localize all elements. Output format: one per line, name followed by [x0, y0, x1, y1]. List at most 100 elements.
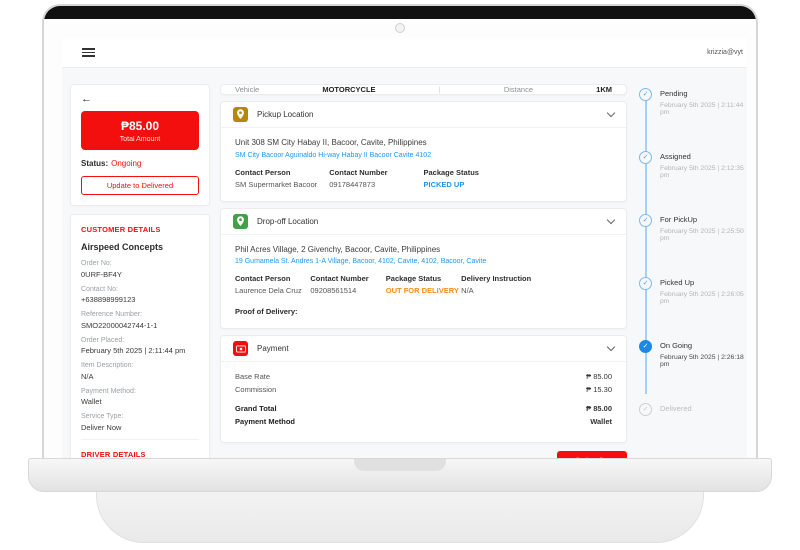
pickup-title: Pickup Location — [257, 110, 314, 119]
step-label: For PickUp — [660, 215, 698, 224]
step-check-icon: ✓ — [639, 151, 652, 164]
column-value: PICKED UP — [423, 179, 465, 189]
payment-total-value: ₱ 85.00 — [586, 404, 612, 413]
chevron-down-icon[interactable] — [606, 215, 616, 224]
field-label: Order Placed: — [81, 336, 125, 344]
laptop-base — [96, 491, 704, 543]
field-label: Reference Number: — [81, 311, 143, 318]
pickup-columns: Contact Person SM Supermarket Bacoor Con… — [235, 168, 612, 189]
column-label: Contact Person — [235, 274, 291, 283]
hamburger-menu-icon[interactable] — [82, 46, 95, 60]
column-value: SM Supermarket Bacoor — [235, 179, 318, 189]
info-column: Contact Person SM Supermarket Bacoor — [235, 168, 329, 189]
user-email[interactable]: krizzia@vyt — [707, 49, 743, 56]
pickup-address: Unit 308 SM City Habay II, Bacoor, Cavit… — [235, 138, 427, 147]
field-row: Reference Number: SMO22000042744-1-1 — [81, 311, 199, 330]
field-row: Item Description: N/A — [81, 362, 199, 381]
separator: | — [438, 85, 441, 94]
vehicle-distance-bar: Vehicle MOTORCYCLE | Distance 1KM — [220, 84, 627, 95]
pickup-pin-icon — [233, 107, 248, 122]
pickup-map-link[interactable]: SM City Bacoor Aguinaldo Hi-way Habay II… — [235, 152, 612, 159]
info-column: Package Status PICKED UP — [424, 168, 613, 189]
payment-section-header[interactable]: Payment — [221, 336, 626, 362]
field-label: Contact No: — [81, 285, 118, 293]
field-row: Order No: 0URF-BF4Y — [81, 260, 199, 279]
step-check-icon: ✓ — [639, 340, 652, 353]
column-label: Contact Number — [329, 167, 388, 177]
step-text: On Going February 5th 2025 | 2:26:18 pm — [660, 340, 747, 368]
details-card: CUSTOMER DETAILS Airspeed Concepts Order… — [70, 214, 210, 464]
payment-total-label: Grand Total — [235, 404, 277, 413]
column-label: Contact Person — [235, 167, 291, 177]
top-bar: krizzia@vyt — [62, 38, 747, 68]
timeline-steps: ✓ Pending February 5th 2025 | 2:11:44 pm… — [639, 88, 747, 417]
step-text: Pending February 5th 2025 | 2:11:44 pm — [660, 88, 747, 116]
main-panel: Vehicle MOTORCYCLE | Distance 1KM Pickup… — [220, 84, 627, 464]
step-check-icon: ✓ — [639, 214, 652, 227]
column-label: Delivery Instruction — [461, 274, 532, 283]
payment-row-value: ₱ 85.00 — [586, 372, 612, 381]
dropoff-body: Phil Acres Village, 2 Givenchy, Bacoor, … — [221, 235, 626, 329]
webcam-icon — [395, 23, 405, 33]
order-status: Status: Ongoing — [81, 159, 199, 168]
payment-body: Base Rate ₱ 85.00 Commission ₱ 15.30 Gra… — [221, 362, 626, 442]
pickup-section-header[interactable]: Pickup Location — [221, 102, 626, 128]
laptop-thumb-notch — [354, 459, 446, 471]
payment-total-row: Grand Total ₱ 85.00 — [235, 404, 612, 413]
total-amount-label: Total Amount — [119, 136, 161, 143]
info-column: Contact Number 09208561514 — [310, 274, 385, 295]
payment-totals: Grand Total ₱ 85.00 Payment Method Walle… — [235, 404, 612, 426]
field-value: Deliver Now — [81, 422, 122, 432]
payment-row: Commission ₱ 15.30 — [235, 385, 612, 394]
app-body: ← ₱85.00 Total Amount Status: Ongoing Upd… — [62, 68, 747, 464]
column-value: Laurence Dela Cruz — [235, 286, 302, 295]
payment-rows: Base Rate ₱ 85.00 Commission ₱ 15.30 — [235, 372, 612, 394]
dropoff-location-card: Drop-off Location Phil Acres Village, 2 … — [220, 207, 627, 329]
dropoff-columns: Contact Person Laurence Dela Cruz Contac… — [235, 274, 612, 295]
timeline-step: ✓ Delivered — [639, 403, 747, 417]
dropoff-section-header[interactable]: Drop-off Location — [221, 209, 626, 235]
info-column: Contact Person Laurence Dela Cruz — [235, 274, 310, 295]
timeline-step: ✓ For PickUp February 5th 2025 | 2:25:50… — [639, 214, 747, 242]
field-row: Order Placed: February 5th 2025 | 2:11:4… — [81, 337, 199, 356]
column-label: Package Status — [423, 167, 479, 177]
field-row: Payment Method: Wallet — [81, 388, 199, 407]
step-check-icon: ✓ — [639, 403, 652, 416]
distance-label: Distance — [503, 85, 533, 94]
payment-total-value: Wallet — [590, 417, 612, 426]
back-arrow-icon[interactable]: ← — [81, 94, 199, 105]
info-column: Contact Number 09178447873 — [329, 168, 423, 189]
vehicle-label: Vehicle — [235, 85, 260, 94]
step-label: Pending — [660, 89, 688, 98]
step-text: For PickUp February 5th 2025 | 2:25:50 p… — [660, 214, 747, 242]
customer-details-header: CUSTOMER DETAILS — [81, 225, 161, 234]
customer-fields: Order No: 0URF-BF4Y Contact No: +6388989… — [81, 260, 199, 432]
step-label: Delivered — [660, 404, 692, 413]
chevron-down-icon[interactable] — [606, 108, 616, 118]
column-value: 09178447873 — [329, 179, 376, 189]
payment-row-value: ₱ 15.30 — [586, 385, 612, 394]
order-sidebar: ← ₱85.00 Total Amount Status: Ongoing Upd… — [70, 84, 210, 464]
field-value: SMO22000042744-1-1 — [81, 320, 158, 330]
total-amount-value: ₱85.00 — [120, 119, 160, 133]
step-text: Delivered — [660, 403, 692, 417]
proof-of-delivery-label: Proof of Delivery: — [235, 307, 298, 316]
payment-row: Base Rate ₱ 85.00 — [235, 372, 612, 381]
payment-cash-icon — [233, 341, 248, 356]
field-value: +638898999123 — [81, 295, 136, 304]
update-to-delivered-button[interactable]: Update to Delivered — [81, 176, 199, 195]
laptop-bezel-band — [44, 6, 756, 19]
timeline-step: ✓ Pending February 5th 2025 | 2:11:44 pm — [639, 88, 747, 116]
laptop-mockup: krizzia@vyt ← ₱85.00 Total Amount Status… — [0, 0, 800, 550]
step-text: Assigned February 5th 2025 | 2:12:35 pm — [660, 151, 747, 179]
info-column: Delivery Instruction N/A — [461, 274, 612, 295]
pickup-location-card: Pickup Location Unit 308 SM City Habay I… — [220, 101, 627, 202]
laptop-lid: krizzia@vyt ← ₱85.00 Total Amount Status… — [42, 4, 758, 466]
distance-value: 1KM — [596, 85, 612, 94]
status-label: Status: — [81, 159, 109, 168]
chevron-down-icon[interactable] — [606, 342, 616, 352]
dropoff-map-link[interactable]: 19 Gumamela St. Andres 1-A Village, Baco… — [235, 258, 612, 265]
payment-card: Payment Base Rate ₱ 85.00 Commission ₱ 1… — [220, 335, 627, 443]
field-label: Item Description: — [81, 362, 134, 369]
payment-row-label: Commission — [235, 385, 277, 394]
